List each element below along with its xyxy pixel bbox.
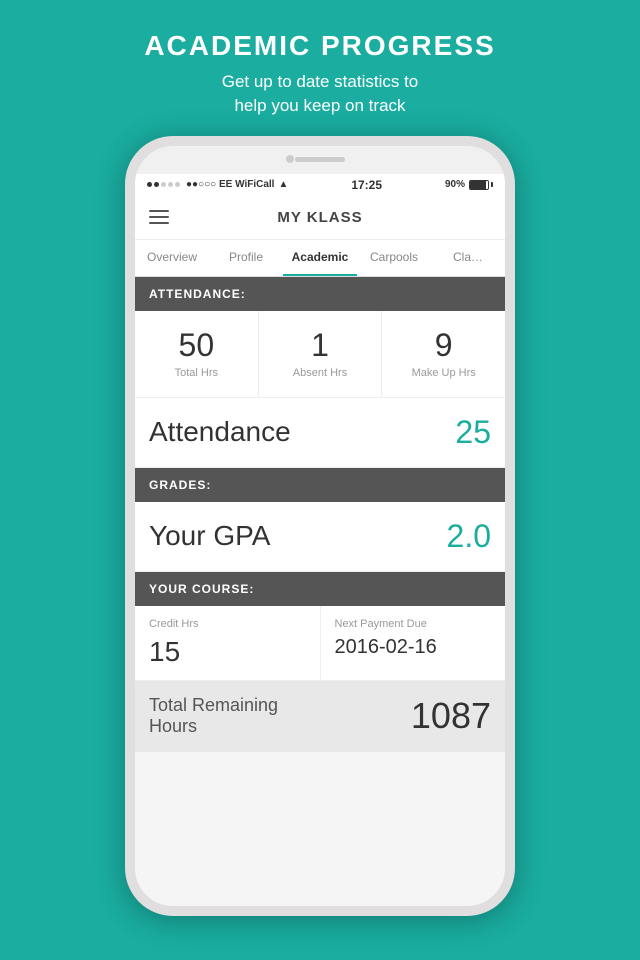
tab-academic[interactable]: Academic: [283, 240, 357, 276]
course-section-header: YOUR COURSE:: [135, 572, 505, 606]
dot-2: [154, 182, 159, 187]
tab-classes[interactable]: Cla…: [431, 240, 505, 276]
total-remaining-row: Total RemainingHours 1087: [135, 681, 505, 752]
course-row: Credit Hrs 15 Next Payment Due 2016-02-1…: [135, 606, 505, 681]
attendance-label: Attendance: [149, 416, 291, 448]
page-title: ACADEMIC PROGRESS: [144, 30, 495, 62]
attendance-header-text: ATTENDANCE:: [149, 287, 246, 301]
tab-overview[interactable]: Overview: [135, 240, 209, 276]
phone-camera: [286, 155, 294, 163]
phone-screen: ●●○○○ EE WiFiCall ▲ 17:25 90%: [135, 174, 505, 906]
side-buttons-left: [125, 266, 126, 338]
total-hrs-cell: 50 Total Hrs: [135, 311, 259, 397]
total-remaining-label: Total RemainingHours: [149, 695, 278, 738]
phone-mockup: ●●○○○ EE WiFiCall ▲ 17:25 90%: [125, 136, 515, 916]
total-hrs-label: Total Hrs: [143, 367, 250, 379]
side-buttons-right: [514, 286, 515, 341]
tabs-bar: Overview Profile Academic Carpools Cla…: [135, 240, 505, 277]
gpa-label: Your GPA: [149, 520, 270, 552]
dot-4: [168, 182, 173, 187]
phone-top-bar: [135, 146, 505, 174]
makeup-hrs-value: 9: [390, 329, 497, 361]
status-left: ●●○○○ EE WiFiCall ▲: [147, 179, 288, 190]
makeup-hrs-label: Make Up Hrs: [390, 367, 497, 379]
dot-3: [161, 182, 166, 187]
grades-section-header: GRADES:: [135, 468, 505, 502]
status-bar: ●●○○○ EE WiFiCall ▲ 17:25 90%: [135, 174, 505, 196]
credit-hrs-cell: Credit Hrs 15: [135, 606, 321, 680]
battery-indicator: [469, 180, 493, 190]
gpa-row: Your GPA 2.0: [135, 502, 505, 572]
makeup-hrs-cell: 9 Make Up Hrs: [382, 311, 505, 397]
wifi-icon: ▲: [278, 179, 288, 190]
attendance-section-header: ATTENDANCE:: [135, 277, 505, 311]
tab-profile[interactable]: Profile: [209, 240, 283, 276]
attendance-stats-row: 50 Total Hrs 1 Absent Hrs 9 Make Up Hrs: [135, 311, 505, 398]
tab-carpools[interactable]: Carpools: [357, 240, 431, 276]
content-area: ATTENDANCE: 50 Total Hrs 1 Absent Hrs 9 …: [135, 277, 505, 906]
time-display: 17:25: [351, 178, 382, 192]
absent-hrs-label: Absent Hrs: [267, 367, 374, 379]
credit-hrs-value: 15: [149, 636, 306, 668]
status-right: 90%: [445, 179, 493, 190]
menu-button[interactable]: [149, 210, 169, 224]
hamburger-line-1: [149, 210, 169, 212]
power-button: [514, 286, 515, 341]
phone-speaker: [295, 157, 345, 162]
absent-hrs-cell: 1 Absent Hrs: [259, 311, 383, 397]
battery-tip: [491, 182, 493, 187]
signal-dots: [147, 182, 180, 187]
top-nav: MY KLASS: [135, 196, 505, 240]
nav-title: MY KLASS: [277, 209, 362, 226]
total-hrs-value: 50: [143, 329, 250, 361]
dot-5: [175, 182, 180, 187]
next-payment-value: 2016-02-16: [335, 636, 492, 659]
battery-fill: [470, 181, 486, 189]
volume-down-button: [125, 302, 126, 330]
hamburger-line-2: [149, 216, 169, 218]
page-subtitle: Get up to date statistics tohelp you kee…: [144, 70, 495, 118]
course-header-text: YOUR COURSE:: [149, 582, 254, 596]
page-header: ACADEMIC PROGRESS Get up to date statist…: [144, 0, 495, 118]
battery-bar: [469, 180, 489, 190]
total-remaining-value: 1087: [411, 695, 491, 737]
gpa-value: 2.0: [447, 518, 491, 555]
attendance-big-row: Attendance 25: [135, 398, 505, 468]
next-payment-cell: Next Payment Due 2016-02-16: [321, 606, 506, 680]
absent-hrs-value: 1: [267, 329, 374, 361]
dot-1: [147, 182, 152, 187]
carrier-text: ●●○○○ EE WiFiCall: [186, 179, 274, 190]
battery-percent: 90%: [445, 179, 465, 190]
hamburger-line-3: [149, 222, 169, 224]
volume-up-button: [125, 266, 126, 294]
grades-header-text: GRADES:: [149, 478, 211, 492]
attendance-value: 25: [455, 414, 491, 451]
credit-hrs-label: Credit Hrs: [149, 618, 306, 630]
next-payment-label: Next Payment Due: [335, 618, 492, 630]
